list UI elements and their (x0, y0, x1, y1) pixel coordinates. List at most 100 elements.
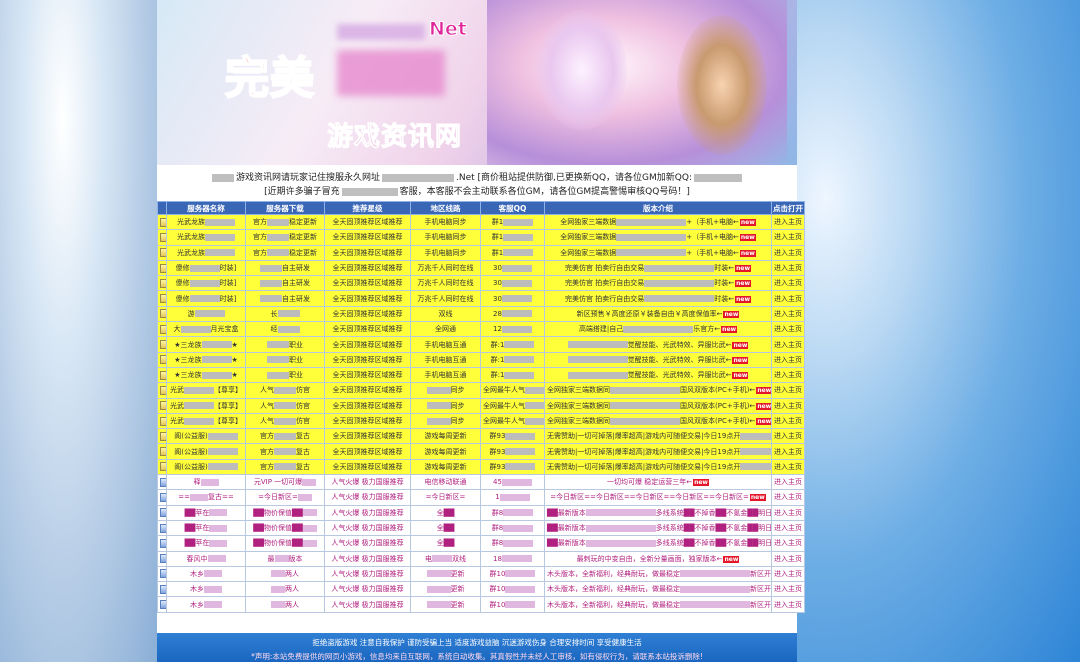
enter-homepage-link[interactable]: 进入主页 (771, 458, 805, 476)
table-row[interactable]: == 复古== =今日新区= 人气火爆 极力国服推荐 =今日新区= 1 =今日新区==今日新… (157, 489, 805, 506)
table-row[interactable]: 光武龙族 官方 稳定更新 全天固顶推荐区域推荐 手机电脑同步 群1 全网独家三端数据 +（手机… (157, 229, 805, 246)
server-download-cell[interactable]: ██物价保值██ (245, 504, 325, 521)
server-name-cell[interactable]: 傻修 时装] (166, 259, 246, 277)
server-name-cell[interactable]: 阁(公益服) (166, 443, 246, 460)
server-download-cell[interactable]: 官方 复古 (245, 443, 325, 460)
table-row[interactable]: ██苹在 ██物价保值██ 人气火爆 极力国服推荐 全██ 群8 ██最新版本 多线系统██… (157, 504, 805, 521)
server-name-cell[interactable]: 光武 【尊享】 (166, 382, 246, 399)
server-download-cell[interactable]: 人气 仿官 (245, 382, 325, 399)
server-download-cell[interactable]: 自主研发 (245, 259, 325, 277)
table-row[interactable]: 木乡 两人 人气火爆 极力国服推荐 更新 群10 木头版本，全新福利，经典耐玩，做最稳定 新… (157, 581, 805, 598)
enter-homepage-link[interactable]: 进入主页 (771, 397, 805, 414)
server-name-cell[interactable]: 春风中 (166, 550, 246, 567)
table-row[interactable]: 木乡 两人 人气火爆 极力国服推荐 更新 群10 木头版本，全新福利，经典耐玩，做最稳定 新… (157, 565, 805, 583)
enter-homepage-link[interactable]: 进入主页 (771, 596, 805, 613)
enter-homepage-link[interactable]: 进入主页 (771, 519, 805, 537)
table-row[interactable]: ██苹在 ██物价保值██ 人气火爆 极力国服推荐 全██ 群8 ██最新版本 多线系统██… (157, 535, 805, 552)
server-download-cell[interactable]: 元VIP 一切可爆 (245, 474, 325, 491)
table-row[interactable]: 傻修 时装] 自主研发 全天固顶推荐区域推荐 万兆千人同时在线 30 完美仿官 拍卖行自由交… (157, 290, 805, 307)
server-name-cell[interactable]: 大 月光宝盒 (166, 321, 246, 338)
enter-homepage-link[interactable]: 进入主页 (771, 229, 805, 246)
table-row[interactable]: ★三龙族 ★ 职业 全天固顶推荐区域推荐 手机电脑互通 群:1 觉醒技能、光武特效、异服比武… (157, 351, 805, 368)
table-row[interactable]: 释 元VIP 一切可爆 人气火爆 极力国服推荐 电信移动联通 45 一切均可爆 稳定运营三… (157, 474, 805, 491)
server-name-cell[interactable]: 阁(公益服) (166, 428, 246, 445)
table-row[interactable]: 阁(公益服) 官方 复古 全天固顶推荐区域推荐 游戏每周更新 群93 无需赞助|一切可掉落|… (157, 428, 805, 445)
server-name-cell[interactable]: 木乡 (166, 596, 246, 613)
enter-homepage-link[interactable]: 进入主页 (771, 581, 805, 598)
table-row[interactable]: 游 长 全天固顶推荐区域推荐 双线 28 新区预售￥高度还原￥装备自由￥高度保值率← new… (157, 305, 805, 323)
server-download-cell[interactable]: 人气 仿官 (245, 397, 325, 414)
server-name-cell[interactable]: 光武 【尊享】 (166, 397, 246, 414)
table-row[interactable]: 春风中 最 版本 人气火爆 极力国服推荐 电 双线 18 最刺玩的中变自由，全新分量画面，独家… (157, 550, 805, 567)
server-name-cell[interactable]: 游 (166, 305, 246, 323)
table-row[interactable]: 光武 【尊享】 人气 仿官 全天固顶推荐区域推荐 同步 全网最牛人气 全网独家三端数据同 国风双… (157, 382, 805, 399)
enter-homepage-link[interactable]: 进入主页 (771, 321, 805, 338)
server-download-cell[interactable]: 官方 稳定更新 (245, 244, 325, 261)
enter-homepage-link[interactable]: 进入主页 (771, 275, 805, 292)
enter-homepage-link[interactable]: 进入主页 (771, 290, 805, 307)
enter-homepage-link[interactable]: 进入主页 (771, 244, 805, 261)
server-download-cell[interactable]: 职业 (245, 351, 325, 368)
server-download-cell[interactable]: 职业 (245, 336, 325, 353)
enter-homepage-link[interactable]: 进入主页 (771, 259, 805, 277)
server-download-cell[interactable]: 自主研发 (245, 290, 325, 307)
table-row[interactable]: 傻修 时装] 自主研发 全天固顶推荐区域推荐 万兆千人同时在线 30 完美仿官 拍卖行自由交… (157, 275, 805, 292)
enter-homepage-link[interactable]: 进入主页 (771, 428, 805, 445)
enter-homepage-link[interactable]: 进入主页 (771, 443, 805, 460)
server-download-cell[interactable]: 官方 稳定更新 (245, 213, 325, 231)
enter-homepage-link[interactable]: 进入主页 (771, 382, 805, 399)
server-download-cell[interactable]: 官方 稳定更新 (245, 229, 325, 246)
server-name-cell[interactable]: ██苹在 (166, 519, 246, 537)
server-name-cell[interactable]: 阁(公益服) (166, 458, 246, 476)
server-download-cell[interactable]: 职业 (245, 366, 325, 384)
server-name-cell[interactable]: 光武龙族 (166, 229, 246, 246)
table-row[interactable]: 光武 【尊享】 人气 仿官 全天固顶推荐区域推荐 同步 全网最牛人气 全网独家三端数据同 国风双… (157, 397, 805, 414)
server-name-cell[interactable]: 傻修 时装] (166, 275, 246, 292)
server-name-cell[interactable]: ★三龙族 ★ (166, 336, 246, 353)
table-row[interactable]: 阁(公益服) 官方 复古 全天固顶推荐区域推荐 游戏每周更新 群93 无需赞助|一切可掉落|… (157, 443, 805, 460)
server-download-cell[interactable]: 经 (245, 321, 325, 338)
server-download-cell[interactable]: 官方 复古 (245, 458, 325, 476)
table-row[interactable]: ★三龙族 ★ 职业 全天固顶推荐区域推荐 手机电脑互通 群:1 觉醒技能、光武特效、异服比武… (157, 366, 805, 384)
server-download-cell[interactable]: =今日新区= (245, 489, 325, 506)
table-row[interactable]: 傻修 时装] 自主研发 全天固顶推荐区域推荐 万兆千人同时在线 30 完美仿官 拍卖行自由交… (157, 259, 805, 277)
server-download-cell[interactable]: 自主研发 (245, 275, 325, 292)
server-download-cell[interactable]: ██物价保值██ (245, 535, 325, 552)
enter-homepage-link[interactable]: 进入主页 (771, 366, 805, 384)
table-row[interactable]: 木乡 两人 人气火爆 极力国服推荐 更新 群10 木头版本，全新福利，经典耐玩，做最稳定 新… (157, 596, 805, 613)
server-name-cell[interactable]: 光武龙族 (166, 244, 246, 261)
table-row[interactable]: 阁(公益服) 官方 复古 全天固顶推荐区域推荐 游戏每周更新 群93 无需赞助|一切可掉落|… (157, 458, 805, 476)
table-row[interactable]: 光武 【尊享】 人气 仿官 全天固顶推荐区域推荐 同步 全网最牛人气 全网独家三端数据同 国风双… (157, 412, 805, 430)
enter-homepage-link[interactable]: 进入主页 (771, 550, 805, 567)
server-download-cell[interactable]: 最 版本 (245, 550, 325, 567)
server-download-cell[interactable]: 两人 (245, 565, 325, 583)
enter-homepage-link[interactable]: 进入主页 (771, 565, 805, 583)
table-row[interactable]: 光武龙族 官方 稳定更新 全天固顶推荐区域推荐 手机电脑同步 群1 全网独家三端数据 +（手机… (157, 244, 805, 261)
server-download-cell[interactable]: 两人 (245, 596, 325, 613)
server-download-cell[interactable]: 官方 复古 (245, 428, 325, 445)
enter-homepage-link[interactable]: 进入主页 (771, 305, 805, 323)
server-name-cell[interactable]: ██苹在 (166, 504, 246, 521)
server-download-cell[interactable]: 人气 仿官 (245, 412, 325, 430)
site-banner[interactable]: Net 完美 游戏资讯网 (157, 0, 797, 165)
enter-homepage-link[interactable]: 进入主页 (771, 474, 805, 491)
server-name-cell[interactable]: 木乡 (166, 565, 246, 583)
server-download-cell[interactable]: ██物价保值██ (245, 519, 325, 537)
enter-homepage-link[interactable]: 进入主页 (771, 213, 805, 231)
table-row[interactable]: 大 月光宝盒 经 全天固顶推荐区域推荐 全网通 12 高端搭建|自己 乐官方← new 进入主页 (157, 321, 805, 338)
enter-homepage-link[interactable]: 进入主页 (771, 489, 805, 506)
server-name-cell[interactable]: ██苹在 (166, 535, 246, 552)
table-row[interactable]: ★三龙族 ★ 职业 全天固顶推荐区域推荐 手机电脑互通 群:1 觉醒技能、光武特效、异服比武… (157, 336, 805, 353)
enter-homepage-link[interactable]: 进入主页 (771, 535, 805, 552)
enter-homepage-link[interactable]: 进入主页 (771, 504, 805, 521)
enter-homepage-link[interactable]: 进入主页 (771, 336, 805, 353)
server-name-cell[interactable]: ★三龙族 ★ (166, 366, 246, 384)
server-name-cell[interactable]: 傻修 时装] (166, 290, 246, 307)
server-name-cell[interactable]: 释 (166, 474, 246, 491)
enter-homepage-link[interactable]: 进入主页 (771, 351, 805, 368)
server-name-cell[interactable]: ★三龙族 ★ (166, 351, 246, 368)
server-download-cell[interactable]: 长 (245, 305, 325, 323)
server-name-cell[interactable]: 光武 【尊享】 (166, 412, 246, 430)
server-download-cell[interactable]: 两人 (245, 581, 325, 598)
server-name-cell[interactable]: 木乡 (166, 581, 246, 598)
